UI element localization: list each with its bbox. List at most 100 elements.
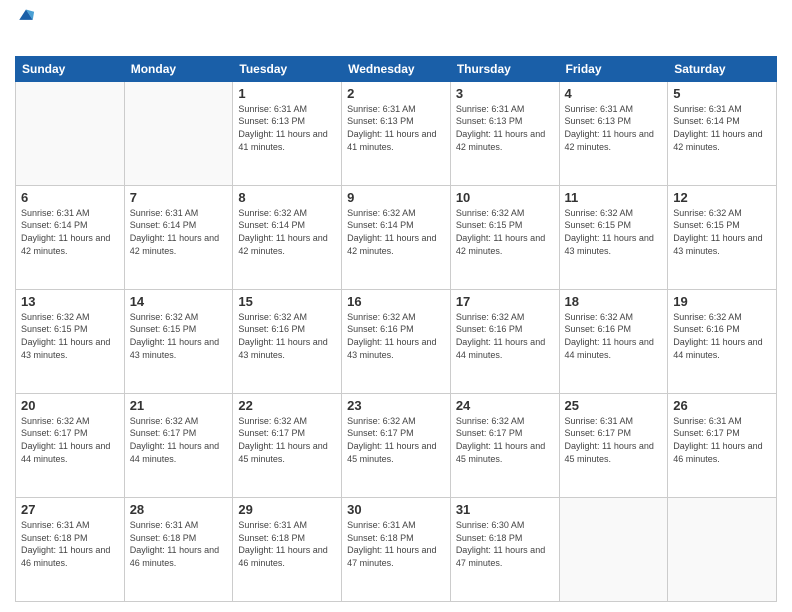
day-number: 5 <box>673 86 771 101</box>
day-cell: 26 Sunrise: 6:31 AMSunset: 6:17 PMDayligh… <box>668 393 777 497</box>
day-cell: 18 Sunrise: 6:32 AMSunset: 6:16 PMDayligh… <box>559 289 668 393</box>
day-cell: 7 Sunrise: 6:31 AMSunset: 6:14 PMDaylight… <box>124 185 233 289</box>
day-number: 11 <box>565 190 663 205</box>
day-number: 22 <box>238 398 336 413</box>
day-info: Sunrise: 6:31 AMSunset: 6:14 PMDaylight:… <box>130 207 228 257</box>
day-number: 17 <box>456 294 554 309</box>
day-info: Sunrise: 6:32 AMSunset: 6:17 PMDaylight:… <box>347 415 445 465</box>
weekday-header-wednesday: Wednesday <box>342 56 451 81</box>
weekday-header-saturday: Saturday <box>668 56 777 81</box>
day-cell: 1 Sunrise: 6:31 AMSunset: 6:13 PMDaylight… <box>233 81 342 185</box>
day-number: 15 <box>238 294 336 309</box>
day-cell: 21Sunrise: 6:32 AMSunset: 6:17 PMDayligh… <box>124 393 233 497</box>
day-info: Sunrise: 6:31 AMSunset: 6:17 PMDaylight:… <box>565 415 663 465</box>
day-number: 8 <box>238 190 336 205</box>
day-cell: 29 Sunrise: 6:31 AMSunset: 6:18 PMDayligh… <box>233 497 342 601</box>
day-cell: 14 Sunrise: 6:32 AMSunset: 6:15 PMDayligh… <box>124 289 233 393</box>
day-cell: 3 Sunrise: 6:31 AMSunset: 6:13 PMDaylight… <box>450 81 559 185</box>
day-info: Sunrise: 6:32 AMSunset: 6:16 PMDaylight:… <box>456 311 554 361</box>
day-cell: 9Sunrise: 6:32 AMSunset: 6:14 PMDaylight… <box>342 185 451 289</box>
day-number: 1 <box>238 86 336 101</box>
day-cell <box>668 497 777 601</box>
weekday-header-sunday: Sunday <box>16 56 125 81</box>
day-cell: 17 Sunrise: 6:32 AMSunset: 6:16 PMDayligh… <box>450 289 559 393</box>
day-cell: 22 Sunrise: 6:32 AMSunset: 6:17 PMDayligh… <box>233 393 342 497</box>
day-number: 18 <box>565 294 663 309</box>
day-cell: 27Sunrise: 6:31 AMSunset: 6:18 PMDayligh… <box>16 497 125 601</box>
day-info: Sunrise: 6:32 AMSunset: 6:17 PMDaylight:… <box>456 415 554 465</box>
day-number: 30 <box>347 502 445 517</box>
day-cell: 13 Sunrise: 6:32 AMSunset: 6:15 PMDayligh… <box>16 289 125 393</box>
day-number: 12 <box>673 190 771 205</box>
day-cell: 11 Sunrise: 6:32 AMSunset: 6:15 PMDayligh… <box>559 185 668 289</box>
day-number: 23 <box>347 398 445 413</box>
day-info: Sunrise: 6:30 AMSunset: 6:18 PMDaylight:… <box>456 519 554 569</box>
day-number: 14 <box>130 294 228 309</box>
day-cell: 30 Sunrise: 6:31 AMSunset: 6:18 PMDayligh… <box>342 497 451 601</box>
day-info: Sunrise: 6:32 AMSunset: 6:15 PMDaylight:… <box>130 311 228 361</box>
day-info: Sunrise: 6:32 AMSunset: 6:14 PMDaylight:… <box>238 207 336 257</box>
day-cell: 31 Sunrise: 6:30 AMSunset: 6:18 PMDayligh… <box>450 497 559 601</box>
day-info: Sunrise: 6:31 AMSunset: 6:14 PMDaylight:… <box>21 207 119 257</box>
weekday-header-thursday: Thursday <box>450 56 559 81</box>
weekday-header-monday: Monday <box>124 56 233 81</box>
day-info: Sunrise: 6:32 AMSunset: 6:16 PMDaylight:… <box>238 311 336 361</box>
logo-icon <box>17 5 35 23</box>
day-info: Sunrise: 6:31 AMSunset: 6:18 PMDaylight:… <box>347 519 445 569</box>
week-row-3: 13 Sunrise: 6:32 AMSunset: 6:15 PMDayligh… <box>16 289 777 393</box>
day-cell: 25 Sunrise: 6:31 AMSunset: 6:17 PMDayligh… <box>559 393 668 497</box>
day-cell: 2 Sunrise: 6:31 AMSunset: 6:13 PMDaylight… <box>342 81 451 185</box>
day-number: 29 <box>238 502 336 517</box>
day-info: Sunrise: 6:32 AMSunset: 6:15 PMDaylight:… <box>565 207 663 257</box>
day-info: Sunrise: 6:32 AMSunset: 6:16 PMDaylight:… <box>347 311 445 361</box>
day-cell: 12 Sunrise: 6:32 AMSunset: 6:15 PMDayligh… <box>668 185 777 289</box>
day-number: 28 <box>130 502 228 517</box>
day-number: 7 <box>130 190 228 205</box>
day-cell: 19Sunrise: 6:32 AMSunset: 6:16 PMDayligh… <box>668 289 777 393</box>
day-info: Sunrise: 6:32 AMSunset: 6:16 PMDaylight:… <box>565 311 663 361</box>
day-number: 19 <box>673 294 771 309</box>
day-info: Sunrise: 6:31 AMSunset: 6:14 PMDaylight:… <box>673 103 771 153</box>
day-info: Sunrise: 6:32 AMSunset: 6:17 PMDaylight:… <box>130 415 228 465</box>
day-info: Sunrise: 6:32 AMSunset: 6:17 PMDaylight:… <box>21 415 119 465</box>
day-number: 13 <box>21 294 119 309</box>
week-row-5: 27 Sunrise: 6:31 AMSunset: 6:18 PMDayligh… <box>16 497 777 601</box>
day-number: 24 <box>456 398 554 413</box>
day-info: Sunrise: 6:31 AMSunset: 6:13 PMDaylight:… <box>565 103 663 153</box>
day-cell: 16Sunrise: 6:32 AMSunset: 6:16 PMDayligh… <box>342 289 451 393</box>
day-number: 6 <box>21 190 119 205</box>
day-info: Sunrise: 6:31 AMSunset: 6:17 PMDaylight:… <box>673 415 771 465</box>
day-number: 25 <box>565 398 663 413</box>
day-cell: 20Sunrise: 6:32 AMSunset: 6:17 PMDayligh… <box>16 393 125 497</box>
day-info: Sunrise: 6:31 AMSunset: 6:18 PMDaylight:… <box>238 519 336 569</box>
day-cell: 15 Sunrise: 6:32 AMSunset: 6:16 PMDayligh… <box>233 289 342 393</box>
week-row-1: 1 Sunrise: 6:31 AMSunset: 6:13 PMDaylight… <box>16 81 777 185</box>
day-cell: 28 Sunrise: 6:31 AMSunset: 6:18 PMDayligh… <box>124 497 233 601</box>
week-row-2: 6 Sunrise: 6:31 AMSunset: 6:14 PMDaylight… <box>16 185 777 289</box>
weekday-header-tuesday: Tuesday <box>233 56 342 81</box>
day-info: Sunrise: 6:32 AMSunset: 6:15 PMDaylight:… <box>21 311 119 361</box>
day-info: Sunrise: 6:31 AMSunset: 6:13 PMDaylight:… <box>456 103 554 153</box>
day-info: Sunrise: 6:32 AMSunset: 6:15 PMDaylight:… <box>673 207 771 257</box>
day-number: 3 <box>456 86 554 101</box>
calendar-table: SundayMondayTuesdayWednesdayThursdayFrid… <box>15 56 777 602</box>
day-number: 31 <box>456 502 554 517</box>
day-cell: 5 Sunrise: 6:31 AMSunset: 6:14 PMDaylight… <box>668 81 777 185</box>
day-number: 2 <box>347 86 445 101</box>
day-number: 26 <box>673 398 771 413</box>
day-cell: 8 Sunrise: 6:32 AMSunset: 6:14 PMDaylight… <box>233 185 342 289</box>
day-number: 9 <box>347 190 445 205</box>
day-info: Sunrise: 6:31 AMSunset: 6:13 PMDaylight:… <box>238 103 336 153</box>
day-number: 10 <box>456 190 554 205</box>
day-cell <box>559 497 668 601</box>
day-cell <box>124 81 233 185</box>
weekday-header-row: SundayMondayTuesdayWednesdayThursdayFrid… <box>16 56 777 81</box>
day-info: Sunrise: 6:31 AMSunset: 6:18 PMDaylight:… <box>130 519 228 569</box>
day-info: Sunrise: 6:31 AMSunset: 6:13 PMDaylight:… <box>347 103 445 153</box>
day-number: 27 <box>21 502 119 517</box>
week-row-4: 20Sunrise: 6:32 AMSunset: 6:17 PMDayligh… <box>16 393 777 497</box>
day-info: Sunrise: 6:32 AMSunset: 6:17 PMDaylight:… <box>238 415 336 465</box>
logo-text <box>15 28 35 48</box>
day-cell: 4Sunrise: 6:31 AMSunset: 6:13 PMDaylight… <box>559 81 668 185</box>
logo <box>15 10 35 48</box>
